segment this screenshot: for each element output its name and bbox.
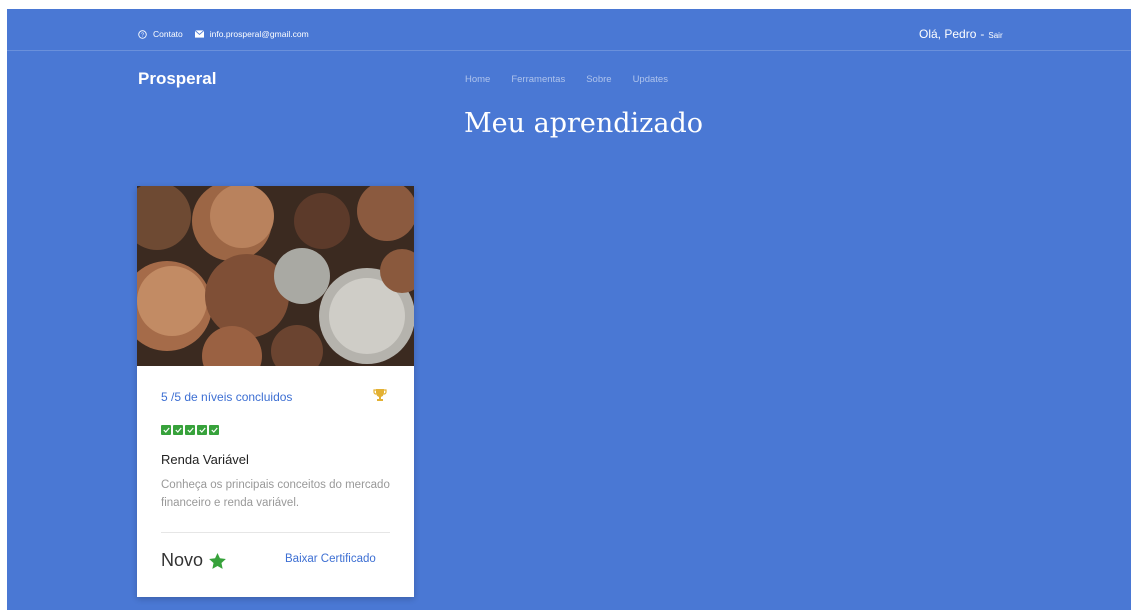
course-card[interactable]: 5 /5 de níveis concluidos Renda Variável… [137,186,414,597]
level-check-1 [161,425,171,435]
top-bar: ? Contato info.prosperal@gmail.com Olá, … [7,9,1131,51]
course-status: Novo [161,550,226,571]
check-icon [198,427,206,433]
status-label: Novo [161,550,204,570]
check-icon [186,427,194,433]
email-link[interactable]: info.prosperal@gmail.com [194,29,309,39]
page-title: Meu aprendizado [464,108,704,139]
page: ? Contato info.prosperal@gmail.com Olá, … [7,9,1131,610]
brand-logo[interactable]: Prosperal [138,69,216,89]
help-icon: ? [138,29,147,39]
email-address: info.prosperal@gmail.com [209,29,309,39]
star-icon [209,552,226,569]
contact-label: Contato [153,29,183,39]
level-progress [161,425,221,435]
nav-ferramentas[interactable]: Ferramentas [511,74,565,85]
contact-info: ? Contato info.prosperal@gmail.com [138,29,321,39]
course-image [137,186,414,366]
greeting-separator: - [980,27,985,41]
check-icon [210,427,218,433]
contact-link[interactable]: ? Contato [138,29,183,39]
progress-text: 5 /5 de níveis concluidos [161,390,293,404]
level-check-2 [173,425,183,435]
svg-text:?: ? [141,32,144,38]
course-title: Renda Variável [161,452,249,467]
user-greeting: Olá, Pedro - Sair [919,27,1003,41]
course-description: Conheça os principais conceitos do merca… [161,479,390,509]
nav-home[interactable]: Home [465,74,490,85]
greeting-text: Olá, Pedro [919,27,977,41]
coins-photo [137,186,414,366]
check-icon [162,427,170,433]
main-nav: Home Ferramentas Sobre Updates [465,74,689,85]
trophy-icon [373,389,387,401]
level-check-5 [209,425,219,435]
level-check-4 [197,425,207,435]
logout-link[interactable]: Sair [988,31,1002,40]
check-icon [174,427,182,433]
level-check-3 [185,425,195,435]
card-divider [161,532,390,533]
nav-updates[interactable]: Updates [633,74,668,85]
nav-sobre[interactable]: Sobre [586,74,611,85]
envelope-icon [194,30,204,38]
download-certificate-link[interactable]: Baixar Certificado [285,553,376,565]
